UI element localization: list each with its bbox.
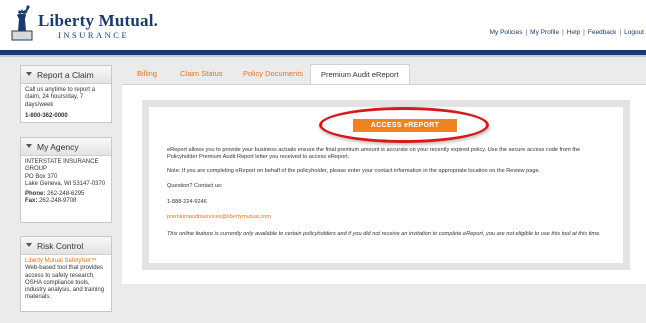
my-agency-title: My Agency	[37, 142, 79, 152]
logo[interactable]: Liberty Mutual. INSURANCE	[7, 5, 158, 45]
nav-help[interactable]: Help	[567, 29, 580, 36]
eligibility-notice: This online feature is currently only av…	[167, 231, 601, 237]
ereport-container: ACCESS eREPORT eReport allows you to pro…	[142, 100, 630, 270]
agency-fax-line: Fax: 262-248-9708	[25, 198, 107, 205]
tab-billing[interactable]: Billing	[137, 64, 157, 84]
agency-address-1: PO Box 370	[25, 173, 58, 180]
contact-email-link[interactable]: premiumauditservices@libertymutual.com	[167, 214, 271, 220]
report-claim-box: Report a Claim Call us anytime to report…	[20, 65, 112, 123]
nav-feedback[interactable]: Feedback	[588, 29, 617, 36]
agency-address-2: Lake Geneva, WI 53147-0370	[25, 180, 106, 187]
phone-label: Phone:	[25, 191, 46, 198]
statue-of-liberty-icon	[11, 5, 33, 41]
policyholder-note: Note: If you are completing eReport on b…	[167, 168, 541, 174]
report-claim-text: Call us anytime to report a claim, 24 ho…	[25, 87, 96, 108]
collapse-triangle-icon	[26, 243, 32, 247]
main-panel: ACCESS eREPORT eReport allows you to pro…	[122, 84, 646, 284]
contact-email-line: premiumauditservices@libertymutual.com	[167, 214, 607, 221]
ereport-card: ACCESS eREPORT eReport allows you to pro…	[149, 107, 623, 263]
agency-fax: 262-248-9708	[39, 198, 77, 205]
risk-control-header[interactable]: Risk Control	[21, 237, 111, 255]
collapse-triangle-icon	[26, 72, 32, 76]
collapse-triangle-icon	[26, 144, 32, 148]
nav-bar-shadow	[0, 55, 646, 57]
contact-phone: 1-888-224-9246	[167, 199, 207, 205]
tab-premium-audit-ereport[interactable]: Premium Audit eReport	[310, 64, 410, 85]
tab-policy-documents[interactable]: Policy Documents	[243, 64, 303, 84]
agency-phone-line: Phone: 262-248-6295	[25, 191, 107, 198]
agency-name: INTERSTATE INSURANCE GROUP	[25, 159, 99, 173]
risk-control-box: Risk Control Liberty Mutual SafetyNet™ W…	[20, 236, 112, 312]
my-agency-header[interactable]: My Agency	[21, 138, 111, 156]
safetynet-description: Web-based tool that provides access to s…	[25, 265, 105, 301]
brand-subtitle: INSURANCE	[58, 30, 130, 40]
report-claim-title: Report a Claim	[37, 70, 94, 80]
question-contact: Question? Contact us:	[167, 183, 223, 189]
header: Liberty Mutual. INSURANCE My Policies | My…	[0, 0, 646, 50]
tab-claim-status[interactable]: Claim Status	[180, 64, 223, 84]
my-agency-box: My Agency INTERSTATE INSURANCE GROUP PO …	[20, 137, 112, 223]
safetynet-link[interactable]: Liberty Mutual SafetyNet™	[25, 258, 107, 265]
nav-my-profile[interactable]: My Profile	[530, 29, 559, 36]
nav-my-policies[interactable]: My Policies	[490, 29, 523, 36]
nav-logout[interactable]: Logout	[624, 29, 644, 36]
brand-name: Liberty Mutual.	[38, 11, 159, 30]
risk-control-title: Risk Control	[37, 241, 84, 251]
top-navigation: My Policies | My Profile | Help | Feedback | Log…	[489, 29, 644, 36]
report-claim-header[interactable]: Report a Claim	[21, 66, 111, 84]
access-ereport-button[interactable]: ACCESS eREPORT	[353, 119, 457, 132]
fax-label: Fax:	[25, 198, 38, 205]
claim-phone: 1-800-362-0000	[25, 112, 68, 119]
agency-phone: 262-248-6295	[47, 191, 85, 198]
ereport-description: eReport allows you to provide your busin…	[167, 147, 581, 161]
